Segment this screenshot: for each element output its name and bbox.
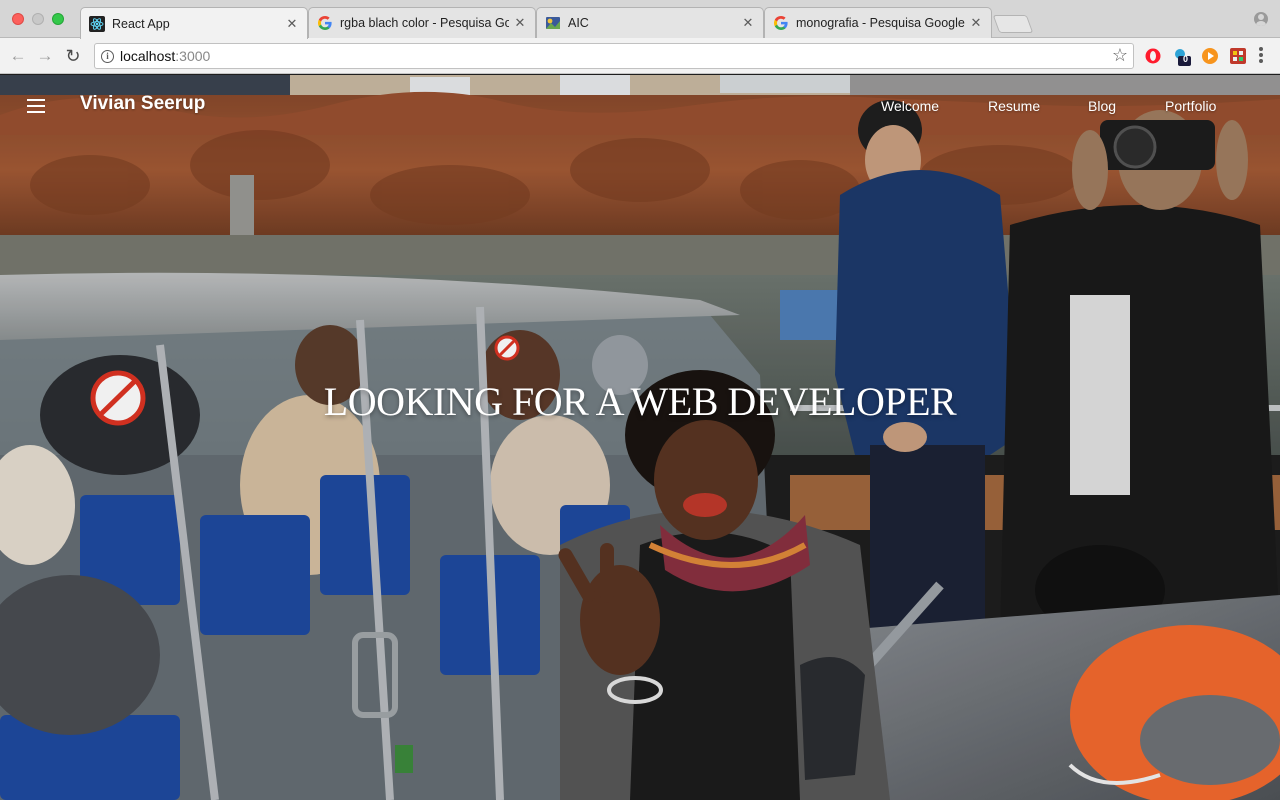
google-icon bbox=[773, 15, 789, 31]
site-info-icon[interactable]: i bbox=[101, 50, 114, 63]
extension-badge-icon[interactable]: 0 bbox=[1172, 47, 1191, 66]
opera-icon[interactable] bbox=[1144, 47, 1162, 65]
hero-headline: LOOKING FOR A WEB DEVELOPER bbox=[323, 379, 957, 424]
new-tab-button[interactable] bbox=[992, 15, 1034, 33]
tab-close-icon[interactable]: ✕ bbox=[741, 15, 755, 31]
address-bar[interactable]: i localhost:3000 ☆ bbox=[94, 43, 1134, 69]
tab-title: React App bbox=[112, 16, 170, 31]
reload-icon[interactable]: ↻ bbox=[61, 44, 85, 68]
forward-icon[interactable]: → bbox=[33, 44, 57, 68]
tab-title: AIC bbox=[568, 16, 589, 30]
browser-tab-monografia-search[interactable]: monografia - Pesquisa Google ✕ bbox=[764, 7, 992, 38]
hamburger-menu-icon[interactable] bbox=[27, 99, 45, 113]
close-window-button[interactable] bbox=[12, 13, 24, 25]
react-icon bbox=[89, 15, 105, 32]
site-brand[interactable]: Vivian Seerup bbox=[80, 93, 205, 115]
tab-close-icon[interactable]: ✕ bbox=[513, 15, 527, 31]
address-host: localhost bbox=[120, 48, 176, 64]
web-page: Vivian Seerup Welcome Resume Blog Portfo… bbox=[0, 75, 1280, 800]
nav-link-blog[interactable]: Blog bbox=[1088, 98, 1116, 114]
browser-tab-aic[interactable]: AIC ✕ bbox=[536, 7, 764, 38]
nav-link-portfolio[interactable]: Portfolio bbox=[1165, 98, 1216, 114]
browser-menu-icon[interactable] bbox=[1254, 46, 1268, 66]
puzzle-icon[interactable] bbox=[1229, 47, 1247, 65]
tab-title: rgba blach color - Pesquisa Go bbox=[340, 16, 509, 30]
address-port: :3000 bbox=[175, 48, 211, 64]
browser-tab-react-app[interactable]: React App ✕ bbox=[80, 7, 308, 39]
nav-link-welcome[interactable]: Welcome bbox=[881, 98, 939, 114]
tab-close-icon[interactable]: ✕ bbox=[285, 16, 299, 32]
google-icon bbox=[317, 15, 333, 31]
browser-tab-strip: React App ✕ rgba blach color - Pesquisa … bbox=[0, 0, 1280, 39]
back-icon[interactable]: ← bbox=[6, 44, 30, 68]
maximize-window-button[interactable] bbox=[52, 13, 64, 25]
hero-photo bbox=[0, 75, 1280, 800]
extension-badge-count: 0 bbox=[1183, 54, 1189, 64]
tab-title: monografia - Pesquisa Google bbox=[796, 16, 965, 30]
profile-icon[interactable] bbox=[1254, 12, 1268, 26]
site-navbar: Vivian Seerup Welcome Resume Blog Portfo… bbox=[0, 75, 1280, 135]
address-url: localhost:3000 bbox=[120, 48, 210, 64]
tab-close-icon[interactable]: ✕ bbox=[969, 15, 983, 31]
aic-icon bbox=[545, 15, 561, 31]
browser-tab-rgba-search[interactable]: rgba blach color - Pesquisa Go ✕ bbox=[308, 7, 536, 38]
bookmark-star-icon[interactable]: ☆ bbox=[1112, 45, 1128, 66]
browser-toolbar: ← → ↻ i localhost:3000 ☆ 0 bbox=[0, 38, 1280, 74]
nav-link-resume[interactable]: Resume bbox=[988, 98, 1040, 114]
minimize-window-button[interactable] bbox=[32, 13, 44, 25]
play-icon[interactable] bbox=[1201, 47, 1219, 65]
